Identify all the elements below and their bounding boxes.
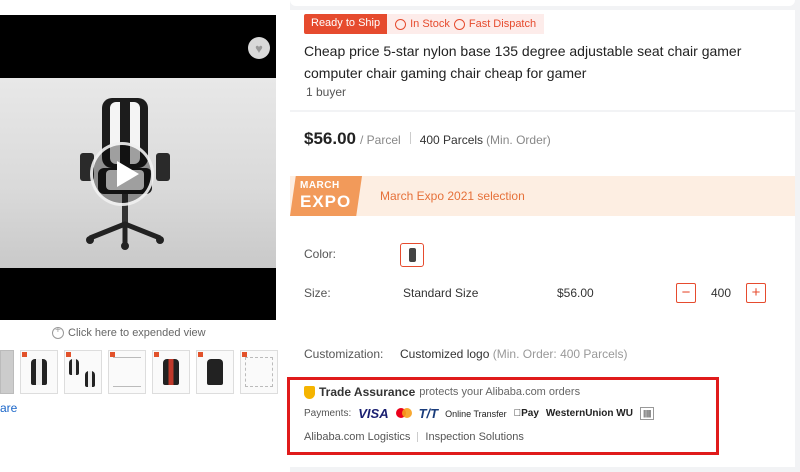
price-unit: / Parcel — [360, 133, 401, 147]
thumbnail[interactable] — [196, 350, 234, 394]
video-frame — [0, 78, 276, 268]
trade-assurance-title[interactable]: Trade Assurance — [319, 385, 415, 399]
quantity-stepper: − 400 + — [676, 283, 766, 303]
thumbnail[interactable] — [0, 350, 14, 394]
tt-icon: T/T — [418, 406, 439, 421]
color-swatch[interactable] — [400, 243, 424, 267]
expo-logo: MARCH EXPO — [290, 176, 362, 216]
decrease-button[interactable]: − — [676, 283, 696, 303]
visa-icon: VISA — [358, 406, 389, 421]
payment-methods: Payments: VISA T/T Online Transfer Pay … — [304, 406, 654, 421]
color-label: Color: — [304, 247, 337, 261]
inspection-link[interactable]: Inspection Solutions — [425, 431, 523, 443]
check-icon — [453, 18, 465, 30]
thumbnail[interactable] — [240, 350, 278, 394]
trade-assurance-header: Trade Assurance protects your Alibaba.co… — [304, 385, 580, 399]
product-title: Cheap price 5-star nylon base 135 degree… — [304, 43, 742, 81]
product-info: Ready to Ship In Stock Fast Dispatch Che… — [290, 0, 795, 467]
product-header-card: Ready to Ship In Stock Fast Dispatch Che… — [290, 10, 795, 110]
customization-value: Customized logo (Min. Order: 400 Parcels… — [400, 347, 627, 361]
product-tags: Ready to Ship In Stock Fast Dispatch — [304, 14, 545, 34]
price-row: $56.00 / Parcel 400 Parcels (Min. Order) — [304, 129, 551, 149]
price: $56.00 — [304, 129, 356, 148]
thumbnail-strip — [0, 350, 278, 394]
play-button[interactable] — [90, 142, 154, 206]
share-link[interactable]: are — [0, 401, 17, 415]
divider — [409, 132, 411, 144]
divider — [417, 432, 419, 442]
size-label: Size: — [304, 286, 331, 300]
clock-icon — [395, 18, 407, 30]
zoom-icon — [52, 325, 64, 339]
expand-view-text: Click here to expended view — [68, 327, 206, 339]
online-transfer-icon: Online Transfer — [445, 408, 507, 419]
thumbnail[interactable] — [64, 350, 102, 394]
trade-assurance-subtitle: protects your Alibaba.com orders — [419, 386, 581, 398]
increase-button[interactable]: + — [746, 283, 766, 303]
size-value: Standard Size — [403, 286, 479, 300]
thumbnail[interactable] — [152, 350, 190, 394]
min-order-label: (Min. Order) — [486, 133, 551, 147]
customization-label: Customization: — [304, 347, 384, 361]
trade-assurance: Trade Assurance protects your Alibaba.co… — [290, 380, 795, 456]
expo-logo-line1: MARCH — [300, 180, 340, 191]
thumbnail[interactable] — [108, 350, 146, 394]
thumbnail[interactable] — [20, 350, 58, 394]
stock-tags: In Stock Fast Dispatch — [387, 14, 545, 34]
service-links: Alibaba.com Logistics Inspection Solutio… — [304, 431, 524, 443]
fast-dispatch-tag: Fast Dispatch — [468, 18, 537, 30]
expo-banner[interactable]: MARCH EXPO March Expo 2021 selection — [290, 176, 795, 216]
expo-logo-line2: EXPO — [300, 192, 352, 211]
western-union-icon: WesternUnion WU — [538, 408, 633, 419]
mastercard-icon — [395, 408, 412, 419]
shield-icon — [304, 385, 315, 399]
apple-pay-icon: Pay — [513, 408, 539, 419]
logistics-link[interactable]: Alibaba.com Logistics — [304, 431, 410, 443]
expo-text: March Expo 2021 selection — [380, 189, 525, 203]
quantity-input[interactable]: 400 — [696, 286, 746, 300]
customization-option[interactable]: Customized logo — [400, 347, 489, 361]
ready-to-ship-tag: Ready to Ship — [304, 14, 388, 34]
product-gallery: ♥ Click here to expended view are — [0, 0, 290, 472]
product-video[interactable]: ♥ — [0, 15, 276, 320]
customization-note: (Min. Order: 400 Parcels) — [492, 347, 628, 361]
in-stock-tag: In Stock — [410, 18, 450, 30]
payments-label: Payments: — [304, 408, 352, 419]
heart-icon[interactable]: ♥ — [248, 37, 270, 59]
expand-view-link[interactable]: Click here to expended view — [52, 325, 206, 339]
buyer-count: 1 buyer — [306, 85, 347, 99]
product-purchase-card: $56.00 / Parcel 400 Parcels (Min. Order)… — [290, 112, 795, 467]
boleto-icon: ||||||| — [639, 407, 654, 420]
min-order-value: 400 Parcels — [419, 133, 484, 147]
size-price: $56.00 — [557, 286, 594, 300]
